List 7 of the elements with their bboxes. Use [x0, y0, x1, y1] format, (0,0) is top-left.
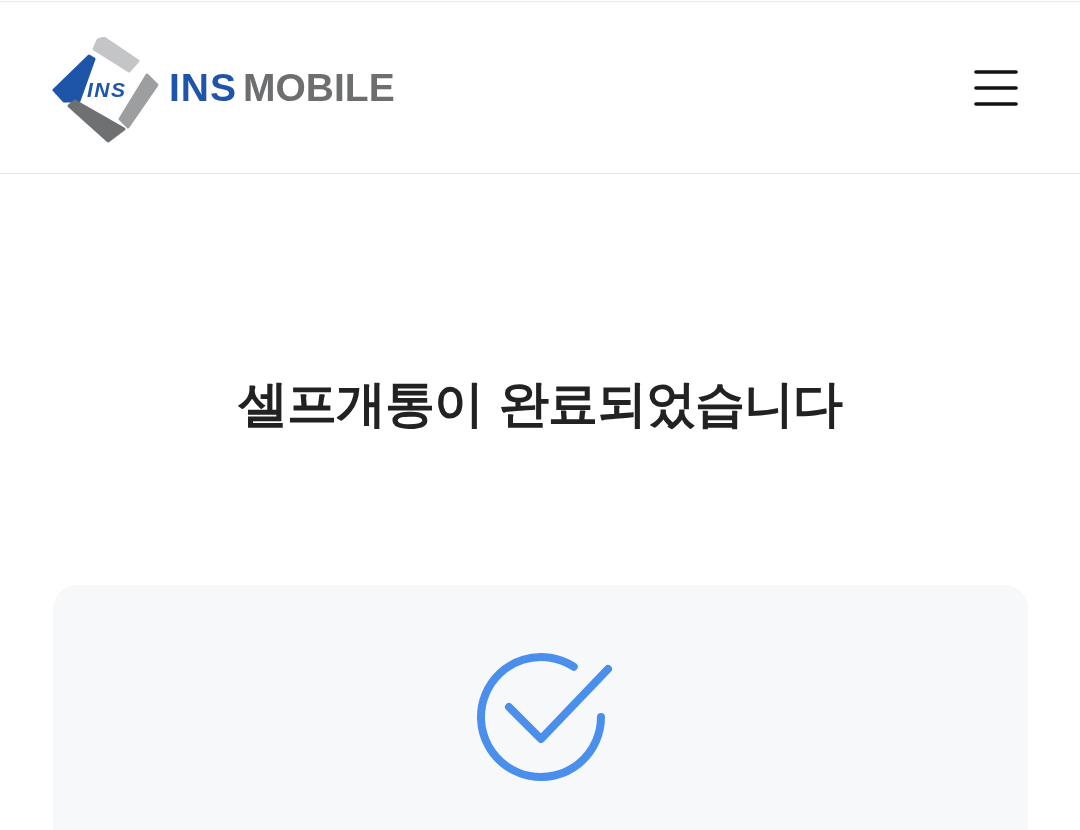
menu-icon: [974, 69, 1018, 106]
logo-mark-icon: [52, 36, 159, 142]
logo-wordmark-secondary: MOBILE: [243, 68, 395, 107]
logo-mark-text: INS: [87, 77, 127, 101]
page-title: 셀프개통이 완료되었습니다: [237, 374, 843, 434]
menu-button[interactable]: [974, 69, 1018, 106]
logo-wordmark-primary: INS: [169, 68, 237, 107]
